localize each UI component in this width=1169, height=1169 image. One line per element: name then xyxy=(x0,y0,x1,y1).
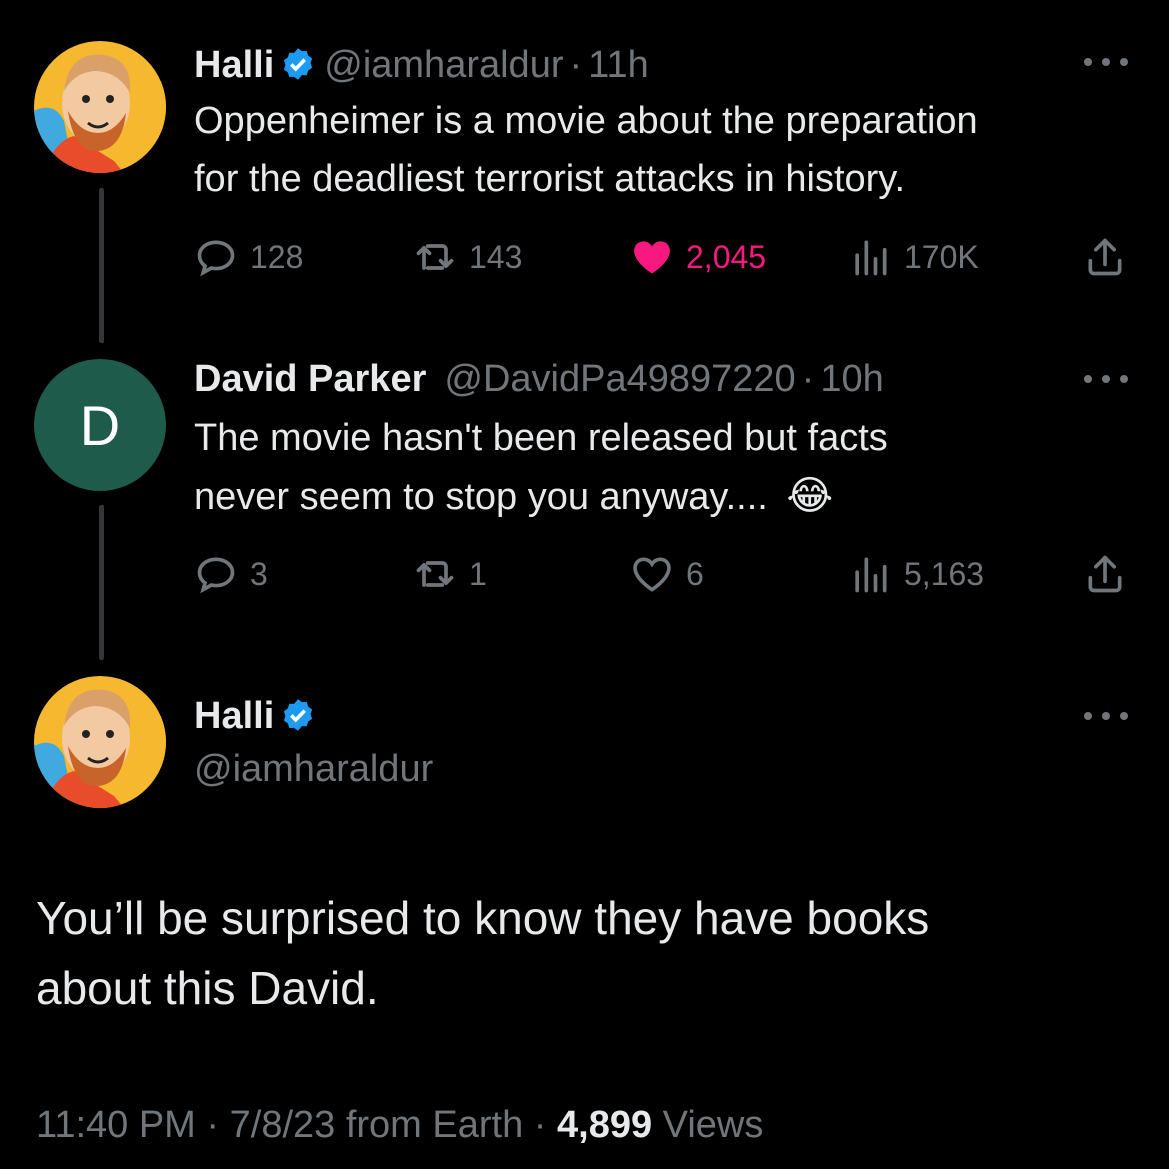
author-handle[interactable]: @iamharaldur xyxy=(324,43,563,87)
cartoon-bearded-man-avatar-icon xyxy=(34,676,166,808)
views-count: 170K xyxy=(904,238,979,275)
tweet-text-line: Oppenheimer is a movie about the prepara… xyxy=(194,100,978,142)
views-count: 5,163 xyxy=(904,555,985,592)
views-total[interactable]: 4,899 xyxy=(557,1104,652,1146)
tweet-time[interactable]: 11h xyxy=(588,43,649,87)
tweet-2-header: David Parker @DavidPa49897220 · 10h xyxy=(194,357,884,401)
thread-connector-line xyxy=(99,188,104,343)
main-tweet-text: You’ll be surprised to know they have bo… xyxy=(36,883,929,1023)
verified-badge-icon xyxy=(280,46,316,82)
analytics-bars-icon xyxy=(855,557,887,593)
author-name[interactable]: Halli xyxy=(194,43,274,87)
separator-dot: · xyxy=(533,1104,547,1146)
reply-count: 3 xyxy=(250,555,268,592)
avatar-halli-main[interactable] xyxy=(34,676,166,808)
more-options-icon[interactable] xyxy=(1084,371,1128,387)
heart-outline-icon xyxy=(633,557,671,592)
avatar-david-parker[interactable]: D xyxy=(34,359,166,491)
retweet-count: 143 xyxy=(469,238,523,275)
separator-dot: · xyxy=(206,1104,220,1146)
reply-count: 128 xyxy=(250,238,304,275)
views-button[interactable]: 5,163 xyxy=(848,552,984,596)
heart-filled-icon xyxy=(634,241,670,274)
tweet-1-header: Halli @iamharaldur · 11h xyxy=(194,41,649,87)
author-name[interactable]: Halli xyxy=(194,694,274,738)
tweet-date-source: 7/8/23 from Earth xyxy=(229,1104,524,1146)
reply-icon xyxy=(197,240,235,277)
author-handle[interactable]: @DavidPa49897220 xyxy=(444,357,795,401)
analytics-bars-icon xyxy=(855,240,887,276)
tweet-1-text: Oppenheimer is a movie about the prepara… xyxy=(194,92,978,208)
like-count: 2,045 xyxy=(686,238,767,275)
main-tweet-header: Halli xyxy=(194,692,324,738)
views-button[interactable]: 170K xyxy=(848,235,979,279)
retweet-button[interactable]: 143 xyxy=(413,235,522,279)
verified-badge-icon xyxy=(280,697,316,733)
reply-button[interactable]: 3 xyxy=(194,552,268,596)
tweet-text-line: The movie hasn't been released but facts xyxy=(194,417,888,459)
tweet-2-text: The movie hasn't been released but facts… xyxy=(194,409,888,526)
share-button[interactable] xyxy=(1083,552,1127,601)
like-button[interactable]: 2,045 xyxy=(630,235,766,279)
retweet-count: 1 xyxy=(469,555,487,592)
tweet-metadata: 11:40 PM · 7/8/23 from Earth · 4,899 Vie… xyxy=(36,1104,763,1147)
tweet-text-line: about this David. xyxy=(36,962,379,1014)
tweet-text-segment: never seem to stop you anyway.... xyxy=(194,476,768,518)
retweet-icon xyxy=(416,561,454,587)
more-options-icon[interactable] xyxy=(1084,54,1128,70)
laughing-emoji: 😂 xyxy=(786,474,834,518)
avatar-letter: D xyxy=(79,393,121,457)
tweet-text-line: never seem to stop you anyway.... 😂 xyxy=(194,467,888,526)
share-icon xyxy=(1088,238,1122,276)
reply-button[interactable]: 128 xyxy=(194,235,303,279)
retweet-icon xyxy=(416,244,454,270)
share-button[interactable] xyxy=(1083,235,1127,284)
like-count: 6 xyxy=(686,555,704,592)
author-name[interactable]: David Parker xyxy=(194,357,426,401)
views-label: Views xyxy=(662,1104,764,1146)
more-options-icon[interactable] xyxy=(1084,708,1128,724)
reply-icon xyxy=(197,557,235,594)
tweet-text-line: for the deadliest terrorist attacks in h… xyxy=(194,158,906,200)
tweet-timestamp[interactable]: 11:40 PM xyxy=(36,1104,196,1146)
tweet-text-line: You’ll be surprised to know they have bo… xyxy=(36,892,930,944)
share-icon xyxy=(1088,555,1122,593)
tweet-time[interactable]: 10h xyxy=(820,357,883,401)
separator-dot: · xyxy=(569,44,583,86)
retweet-button[interactable]: 1 xyxy=(413,552,487,596)
cartoon-bearded-man-avatar-icon xyxy=(34,41,166,173)
thread-connector-line xyxy=(99,505,104,660)
separator-dot: · xyxy=(801,358,815,400)
avatar-halli[interactable] xyxy=(34,41,166,173)
like-button[interactable]: 6 xyxy=(630,552,704,596)
author-handle[interactable]: @iamharaldur xyxy=(194,747,433,791)
